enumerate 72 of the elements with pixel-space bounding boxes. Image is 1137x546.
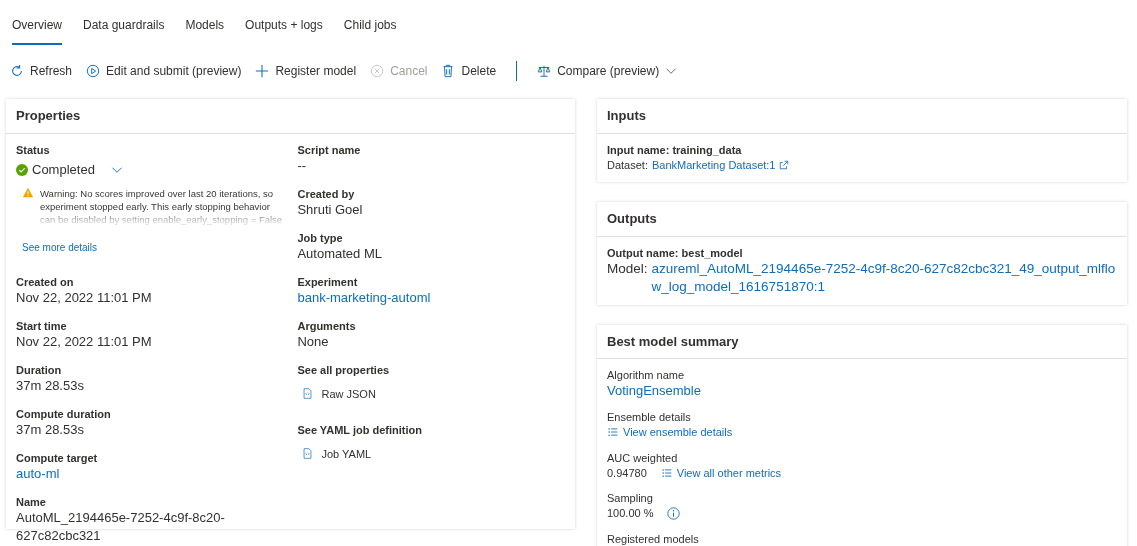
- panel-title: Outputs: [597, 202, 1127, 237]
- field-value: 37m 28.53s: [16, 376, 85, 395]
- field-value: Automated ML: [297, 244, 383, 263]
- field-label: Status: [16, 142, 51, 157]
- toolbar-button[interactable]: Refresh: [10, 61, 73, 80]
- field-value: --: [297, 156, 308, 175]
- field-label: Algorithm name: [607, 368, 686, 382]
- field-label: See all properties: [297, 362, 391, 377]
- tab[interactable]: Data guardrails: [83, 12, 165, 45]
- list-icon: [607, 427, 619, 438]
- tab[interactable]: Outputs + logs: [245, 12, 323, 45]
- field-label: Script name: [297, 142, 362, 157]
- panel-title: Properties: [6, 99, 575, 134]
- toolbar-button[interactable]: Delete: [441, 61, 497, 80]
- field-value: 0.94780: [607, 465, 647, 481]
- field-label: Duration: [16, 362, 63, 377]
- field-link[interactable]: auto-ml: [16, 464, 60, 483]
- tab[interactable]: Models: [185, 12, 225, 45]
- field-value: AutoML_2194465e-7252-4c9f-8c20-627c82cbc321: [16, 508, 226, 545]
- field-label: Experiment: [297, 274, 359, 289]
- play-icon: [86, 63, 101, 78]
- refresh-icon: [10, 63, 24, 78]
- field-value: Nov 22, 2022 11:01 PM: [16, 332, 153, 351]
- algorithm-link[interactable]: VotingEnsemble: [607, 382, 701, 400]
- status-text: Completed: [32, 160, 95, 179]
- output-name: Output name: best_model: [607, 245, 744, 260]
- field-label: Arguments: [297, 318, 357, 333]
- scales-icon: [537, 63, 552, 78]
- view-link[interactable]: View all other metrics: [660, 464, 782, 481]
- check-circle-icon: [16, 163, 28, 176]
- field-label: Start time: [16, 318, 68, 333]
- field-label: Registered models: [607, 531, 700, 546]
- field-label: Created by: [297, 186, 356, 201]
- field-value: 100.00 %: [607, 506, 654, 521]
- input-name: Input name: training_data: [607, 142, 743, 157]
- field-label: Compute target: [16, 450, 99, 465]
- view-link[interactable]: View ensemble details: [607, 424, 733, 441]
- field-value: Nov 22, 2022 11:01 PM: [16, 288, 153, 307]
- plus-icon: [255, 63, 270, 78]
- field-label: Name: [16, 494, 47, 509]
- field-value: None: [297, 332, 330, 351]
- field-label: See YAML job definition: [297, 422, 423, 437]
- file-code-icon: [302, 387, 314, 400]
- list-icon: [660, 467, 673, 478]
- panel-title: Inputs: [597, 99, 1127, 134]
- field-label: Ensemble details: [607, 410, 692, 424]
- field-value: 37m 28.53s: [16, 420, 85, 439]
- external-link-icon: [779, 159, 790, 170]
- info-icon: [667, 506, 681, 520]
- file-code-icon: [302, 447, 314, 460]
- file-link[interactable]: Job YAML: [321, 444, 372, 463]
- model-link[interactable]: azureml_AutoML_2194465e-7252-4c9f-8c20-627c82cbc321_49_output_mlflow_log_model_1616751870:1: [651, 259, 1117, 296]
- see-more-details-link[interactable]: See more details: [22, 239, 98, 255]
- field-label: Sampling: [607, 491, 654, 505]
- toolbar-button[interactable]: Edit and submit (preview): [86, 61, 242, 80]
- tab[interactable]: Overview: [12, 12, 62, 45]
- model-label: Model:: [607, 259, 648, 278]
- toolbar-button[interactable]: Compare (preview): [537, 61, 678, 80]
- panel-title: Best model summary: [597, 324, 1127, 359]
- field-link[interactable]: bank-marketing-automl: [297, 288, 431, 307]
- field-value: Shruti Goel: [297, 200, 364, 219]
- warning-icon: [22, 186, 34, 198]
- tab[interactable]: Child jobs: [343, 12, 397, 45]
- field-label: AUC weighted: [607, 450, 679, 465]
- field-label: Job type: [297, 230, 344, 245]
- dataset-label: Dataset:: [607, 157, 648, 173]
- dataset-link[interactable]: BankMarketing Dataset:1: [651, 156, 776, 173]
- file-link[interactable]: Raw JSON: [321, 384, 376, 403]
- field-label: Created on: [16, 274, 75, 289]
- cancel-icon: [370, 63, 385, 78]
- toolbar-button[interactable]: Register model: [255, 61, 357, 80]
- field-label: Compute duration: [16, 406, 112, 421]
